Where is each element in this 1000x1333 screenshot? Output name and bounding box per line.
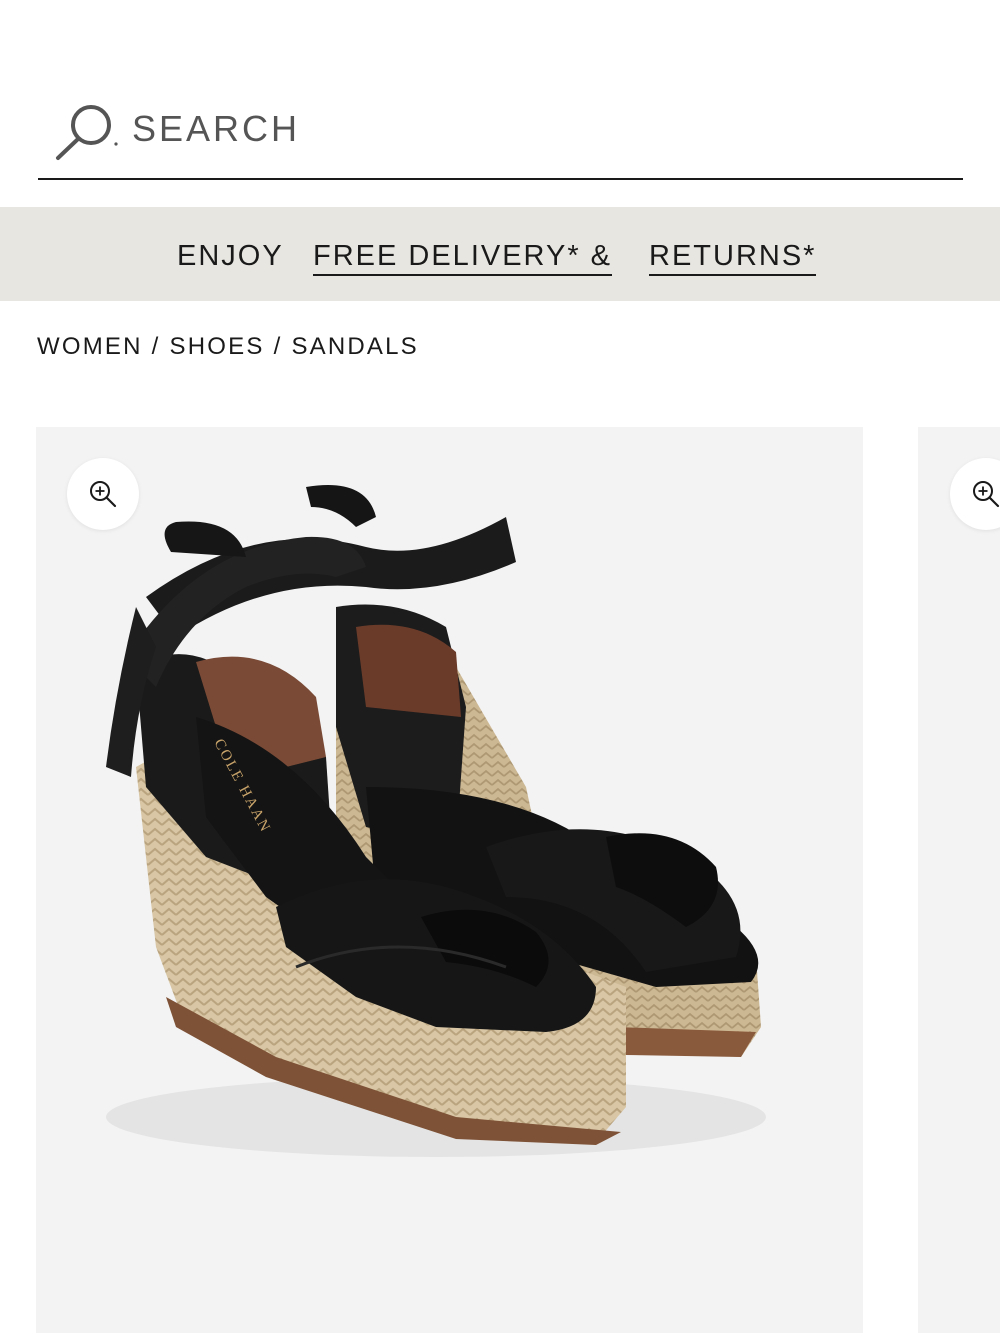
promo-enjoy-text: ENJOY [177,240,284,272]
search-icon[interactable] [54,102,120,162]
promo-banner: ENJOY FREE DELIVERY* & RETURNS* [0,207,1000,301]
zoom-button[interactable] [950,458,1000,530]
breadcrumb-shoes[interactable]: SHOES [170,333,265,360]
free-delivery-link[interactable]: FREE DELIVERY* & [313,240,613,276]
zoom-in-icon [90,481,117,508]
breadcrumb: WOMEN / SHOES / SANDALS [37,333,419,361]
gallery-slide-next[interactable] [918,427,1000,1333]
product-image[interactable]: COLE HAAN [36,427,863,1333]
search-bar[interactable]: SEARCH [38,92,963,180]
breadcrumb-women[interactable]: WOMEN [37,333,143,360]
breadcrumb-sandals[interactable]: SANDALS [291,333,418,360]
zoom-in-icon [973,481,1000,508]
gallery-slide-main[interactable]: COLE HAAN [36,427,863,1333]
breadcrumb-separator: / [151,333,161,360]
returns-link[interactable]: RETURNS* [649,240,817,276]
search-label[interactable]: SEARCH [132,108,300,150]
product-gallery[interactable]: COLE HAAN [36,427,1000,1333]
breadcrumb-separator: / [273,333,283,360]
zoom-button[interactable] [67,458,139,530]
